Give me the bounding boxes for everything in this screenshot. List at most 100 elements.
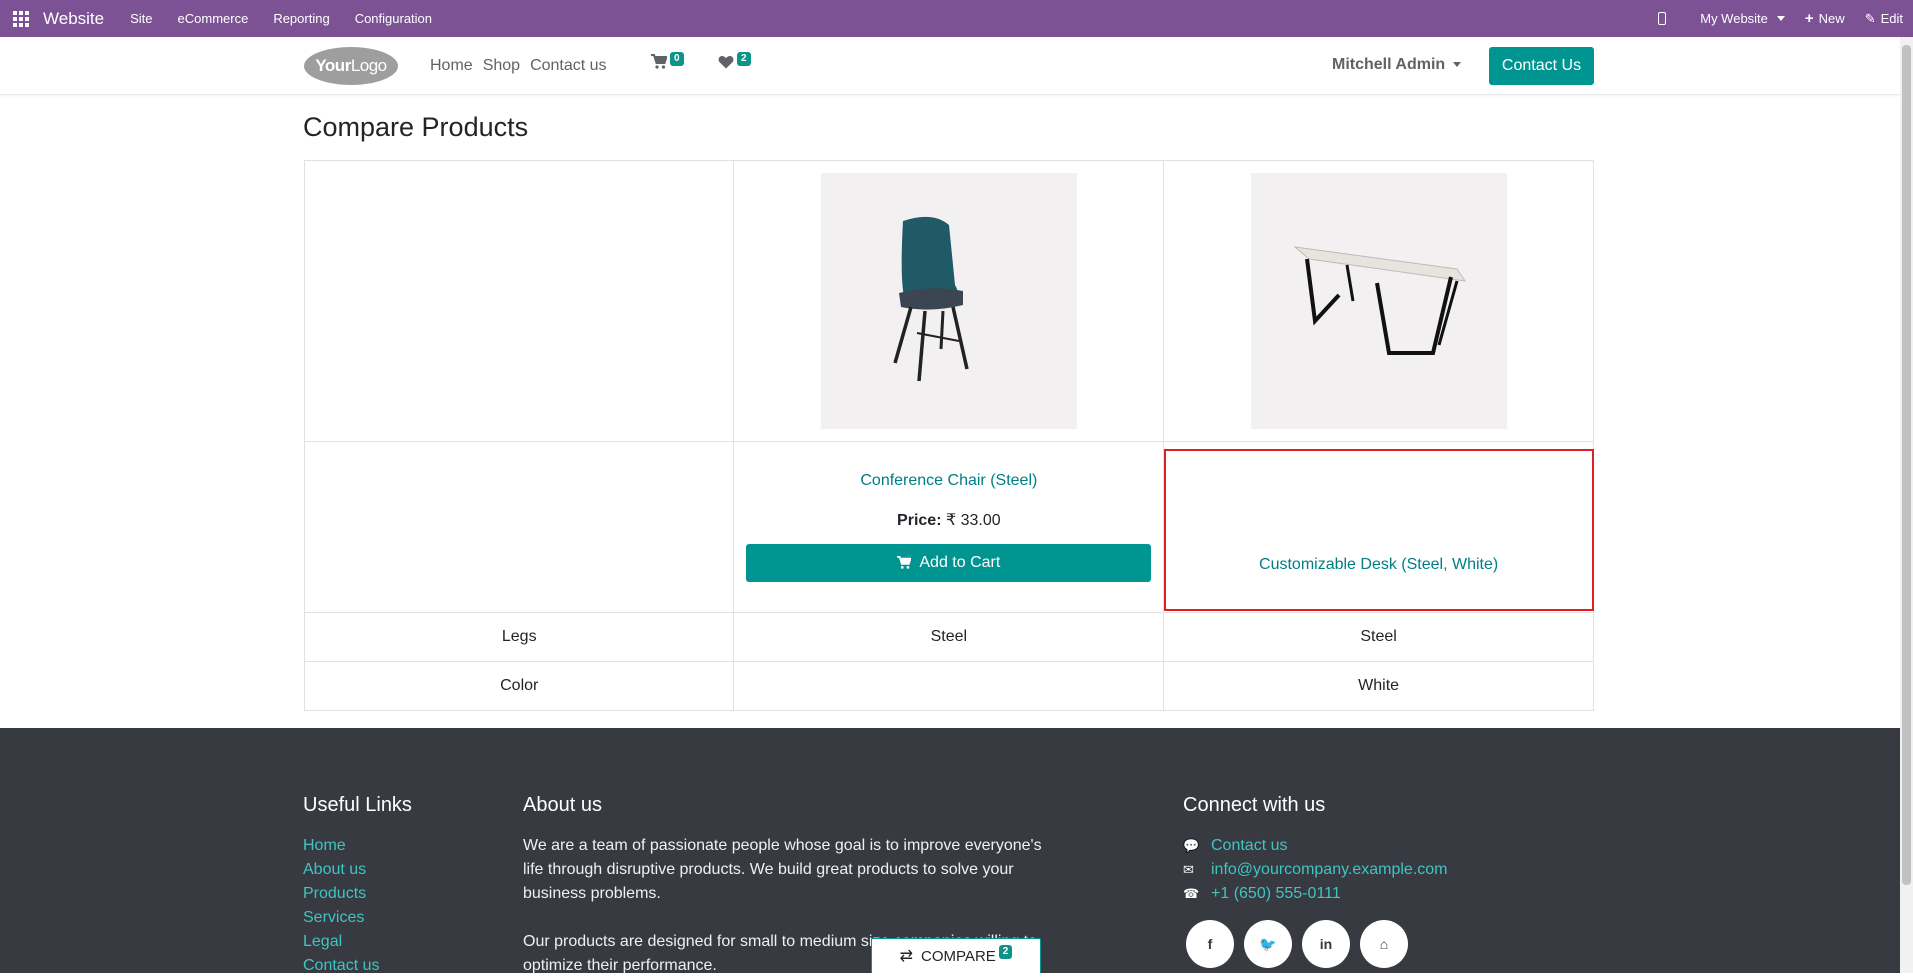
cart-link[interactable]: 0 <box>651 52 684 70</box>
product-price: Price: ₹ 33.00 <box>734 510 1163 530</box>
wishlist-link[interactable]: 2 <box>718 52 751 70</box>
price-value: ₹ 33.00 <box>945 512 1001 529</box>
admin-menu-ecommerce[interactable]: eCommerce <box>178 11 249 26</box>
apps-menu-icon[interactable] <box>13 10 33 27</box>
user-name: Mitchell Admin <box>1332 56 1446 73</box>
footer-link-about[interactable]: About us <box>303 858 412 882</box>
email-link[interactable]: info@yourcompany.example.com <box>1211 858 1448 882</box>
pencil-icon: ✎ <box>1864 10 1876 26</box>
add-to-cart-button[interactable]: Add to Cart <box>746 544 1152 582</box>
admin-menu-configuration[interactable]: Configuration <box>355 11 432 26</box>
attribute-value: White <box>1163 661 1594 711</box>
compare-count-badge: 2 <box>998 945 1013 959</box>
new-label: New <box>1818 11 1845 26</box>
plus-icon: + <box>1804 10 1814 27</box>
connect-title: Connect with us <box>1183 794 1326 816</box>
compare-table: Conference Chair (Steel) Price: ₹ 33.00 … <box>303 160 1595 711</box>
highlight-box <box>1164 449 1595 611</box>
cart-count-badge: 0 <box>670 52 684 66</box>
attribute-name: Legs <box>303 612 735 662</box>
footer-link-services[interactable]: Services <box>303 906 412 930</box>
phone-line: ☎ +1 (650) 555-0111 <box>1183 882 1448 906</box>
table-row: Color White <box>303 661 1594 711</box>
compare-button[interactable]: ⇄ COMPARE 2 <box>871 938 1041 973</box>
email-line: ✉ info@yourcompany.example.com <box>1183 858 1448 882</box>
product-link[interactable]: Conference Chair (Steel) <box>860 472 1037 489</box>
cart-icon <box>897 556 912 569</box>
comment-icon: 💬 <box>1183 838 1200 853</box>
desk-illustration <box>1250 173 1507 429</box>
useful-links-section: Useful Links Home About us Products Serv… <box>303 794 412 978</box>
chevron-down-icon <box>1776 16 1785 21</box>
admin-menu-reporting[interactable]: Reporting <box>273 11 329 26</box>
product-image-cell <box>733 160 1165 442</box>
conference-chair-image[interactable] <box>820 173 1077 429</box>
attribute-value <box>733 661 1165 711</box>
user-menu[interactable]: Mitchell Admin <box>1332 56 1462 74</box>
empty-cell <box>303 441 735 613</box>
product-info-cell: Customizable Desk (Steel, White) <box>1163 441 1595 613</box>
contact-us-button[interactable]: Contact Us <box>1489 47 1594 85</box>
social-links: f 🐦 in ⌂ <box>1186 920 1448 968</box>
wishlist-count-badge: 2 <box>737 52 751 66</box>
nav-home[interactable]: Home <box>430 57 473 75</box>
admin-brand[interactable]: Website <box>43 9 104 29</box>
customizable-desk-image[interactable] <box>1250 173 1507 429</box>
mobile-icon <box>1658 12 1667 25</box>
phone-icon: ☎ <box>1183 886 1200 901</box>
footer-link-legal[interactable]: Legal <box>303 930 412 954</box>
admin-menu-site[interactable]: Site <box>130 11 152 26</box>
chair-illustration <box>820 173 1077 429</box>
cart-icon <box>651 54 667 69</box>
contact-us-link[interactable]: Contact us <box>1211 834 1287 858</box>
footer-link-home[interactable]: Home <box>303 834 412 858</box>
footer-link-products[interactable]: Products <box>303 882 412 906</box>
nav-contact-us[interactable]: Contact us <box>530 57 606 75</box>
new-button[interactable]: + New <box>1805 10 1845 27</box>
twitter-icon[interactable]: 🐦 <box>1244 920 1292 968</box>
logo-text-bold: Your <box>315 56 351 75</box>
linkedin-icon[interactable]: in <box>1302 920 1350 968</box>
edit-button[interactable]: ✎ Edit <box>1865 11 1903 27</box>
page-title: Compare Products <box>303 112 529 142</box>
about-paragraph: We are a team of passionate people whose… <box>523 837 1042 902</box>
product-info-cell: Conference Chair (Steel) Price: ₹ 33.00 … <box>733 441 1165 613</box>
attribute-value: Steel <box>1163 612 1594 662</box>
about-title: About us <box>523 794 602 816</box>
heart-icon <box>718 56 734 69</box>
envelope-icon: ✉ <box>1183 862 1194 877</box>
attribute-value: Steel <box>733 612 1165 662</box>
site-header: Your Logo Home Shop Contact us 0 2 Mitche… <box>0 37 1900 95</box>
nav-shop[interactable]: Shop <box>483 57 520 75</box>
admin-navbar: Website Site eCommerce Reporting Configu… <box>0 0 1913 37</box>
mobile-preview-button[interactable] <box>1658 12 1680 25</box>
site-logo[interactable]: Your Logo <box>304 47 398 85</box>
table-row: Legs Steel Steel <box>303 612 1594 662</box>
compare-label: COMPARE <box>921 947 996 965</box>
exchange-icon: ⇄ <box>899 948 914 965</box>
useful-links-title: Useful Links <box>303 794 412 816</box>
logo-text: Logo <box>350 56 387 75</box>
website-selector-label: My Website <box>1700 11 1768 26</box>
product-link[interactable]: Customizable Desk (Steel, White) <box>1164 556 1593 574</box>
home-icon[interactable]: ⌂ <box>1360 920 1408 968</box>
main-nav: Home Shop Contact us <box>430 57 617 75</box>
edit-label: Edit <box>1880 11 1903 26</box>
table-row: Conference Chair (Steel) Price: ₹ 33.00 … <box>303 441 1595 613</box>
vertical-scrollbar[interactable] <box>1900 37 1913 973</box>
attribute-name: Color <box>303 661 735 711</box>
empty-cell <box>303 160 735 442</box>
site-footer: Useful Links Home About us Products Serv… <box>0 728 1900 974</box>
website-selector[interactable]: My Website <box>1700 11 1785 26</box>
price-label: Price: <box>897 512 942 529</box>
table-row <box>303 160 1594 442</box>
contact-line: 💬 Contact us <box>1183 834 1448 858</box>
scrollbar-thumb[interactable] <box>1902 45 1911 885</box>
footer-link-contact[interactable]: Contact us <box>303 954 412 978</box>
add-to-cart-label: Add to Cart <box>919 554 1001 571</box>
connect-section: Connect with us 💬 Contact us ✉ info@your… <box>1183 794 1448 968</box>
facebook-icon[interactable]: f <box>1186 920 1234 968</box>
chevron-down-icon <box>1453 62 1462 68</box>
phone-link[interactable]: +1 (650) 555-0111 <box>1211 882 1341 906</box>
product-image-cell <box>1163 160 1594 442</box>
